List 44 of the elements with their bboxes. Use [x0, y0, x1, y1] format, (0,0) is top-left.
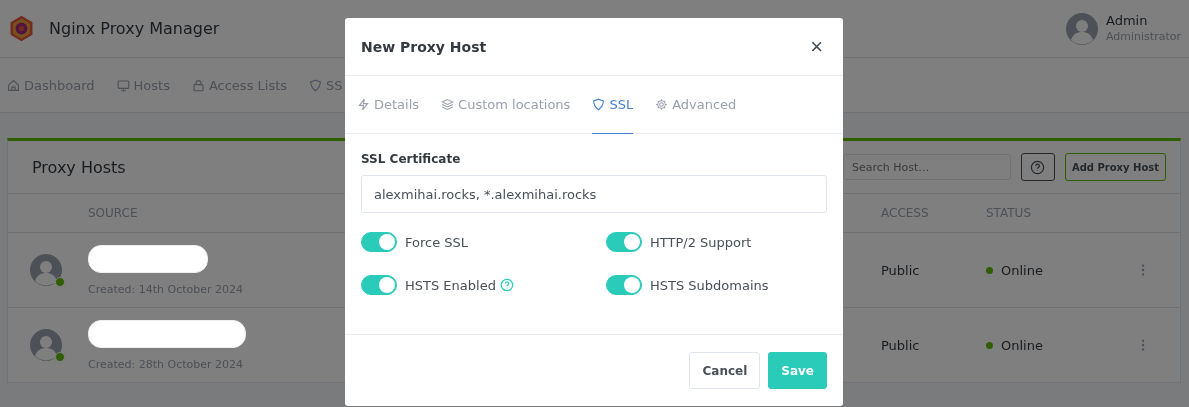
- help-icon[interactable]: [499, 278, 514, 292]
- modal-title: New Proxy Host: [361, 38, 487, 55]
- toggle-switch[interactable]: [606, 232, 642, 252]
- help-icon: [1030, 159, 1046, 175]
- tab[interactable]: Custom locations: [441, 76, 571, 134]
- cancel-button[interactable]: Cancel: [689, 352, 761, 389]
- close-button[interactable]: ×: [810, 35, 823, 58]
- toggle-label: HSTS Subdomains: [650, 277, 769, 293]
- add-proxy-host-button[interactable]: Add Proxy Host: [1064, 153, 1166, 181]
- status-text: Online: [1001, 262, 1043, 278]
- access-cell-text: Public: [881, 337, 921, 353]
- card-title: Proxy Hosts: [32, 157, 126, 177]
- toggle-label: Force SSL: [405, 234, 469, 250]
- save-button[interactable]: Save: [768, 352, 827, 389]
- more-icon[interactable]: [1141, 263, 1145, 277]
- toggle-switch[interactable]: [361, 232, 397, 252]
- shield-icon: [309, 78, 323, 92]
- toggle-label: HTTP/2 Support: [650, 234, 752, 250]
- home-icon: [7, 78, 20, 92]
- tab[interactable]: Advanced: [655, 76, 737, 134]
- tab[interactable]: Details: [357, 76, 420, 134]
- search-field[interactable]: Search Host…: [842, 154, 1011, 180]
- lock-icon: [191, 78, 205, 92]
- field-label: SSL Certificate: [361, 152, 462, 166]
- shield-icon: [592, 98, 606, 111]
- bolt-icon: [357, 98, 370, 111]
- certificate-field[interactable]: alexmihai.rocks, *.alexmihai.rocks: [361, 175, 827, 213]
- user-name: Admin: [1106, 12, 1149, 29]
- avatar-icon: [30, 254, 62, 286]
- toggle-switch[interactable]: [606, 275, 642, 295]
- more-icon[interactable]: [1141, 338, 1145, 352]
- gear-icon: [655, 98, 669, 111]
- status-text: Online: [1001, 337, 1043, 353]
- app-title: Nginx Proxy Manager: [49, 19, 220, 38]
- logo-icon: [8, 15, 35, 42]
- toggle-switch[interactable]: [361, 275, 397, 295]
- tab[interactable]: SSL: [592, 76, 634, 134]
- toggle-label: HSTS Enabled: [405, 277, 496, 293]
- help-button[interactable]: [1020, 153, 1055, 181]
- monitor-icon: [116, 78, 130, 92]
- access-cell-text: Public: [881, 262, 921, 278]
- avatar-icon: [30, 329, 62, 361]
- avatar-icon: [1066, 12, 1098, 45]
- layers-icon: [441, 98, 455, 111]
